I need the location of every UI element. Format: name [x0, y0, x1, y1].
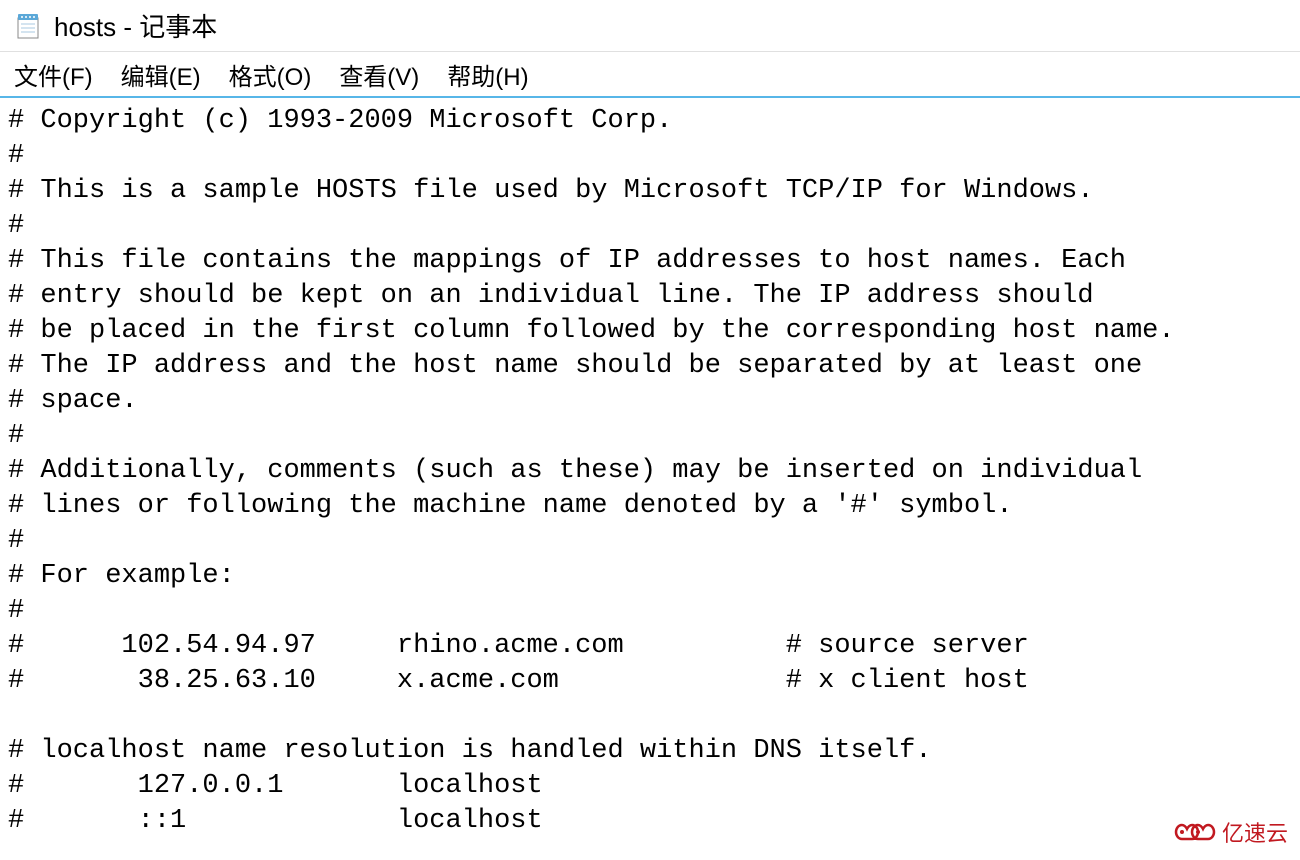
watermark-logo-icon: [1174, 819, 1216, 845]
menubar: 文件(F) 编辑(E) 格式(O) 查看(V) 帮助(H): [0, 52, 1300, 98]
menu-file[interactable]: 文件(F): [14, 57, 93, 92]
menu-format[interactable]: 格式(O): [229, 57, 312, 92]
watermark-text: 亿速云: [1222, 816, 1288, 848]
menu-edit[interactable]: 编辑(E): [121, 57, 201, 92]
titlebar: hosts - 记事本: [0, 0, 1300, 52]
notepad-icon: [14, 12, 42, 40]
menu-view[interactable]: 查看(V): [339, 57, 419, 92]
menu-help[interactable]: 帮助(H): [447, 57, 528, 92]
watermark: 亿速云: [1174, 816, 1288, 848]
editor-content[interactable]: # Copyright (c) 1993-2009 Microsoft Corp…: [0, 98, 1300, 845]
window-title: hosts - 记事本: [54, 7, 217, 44]
